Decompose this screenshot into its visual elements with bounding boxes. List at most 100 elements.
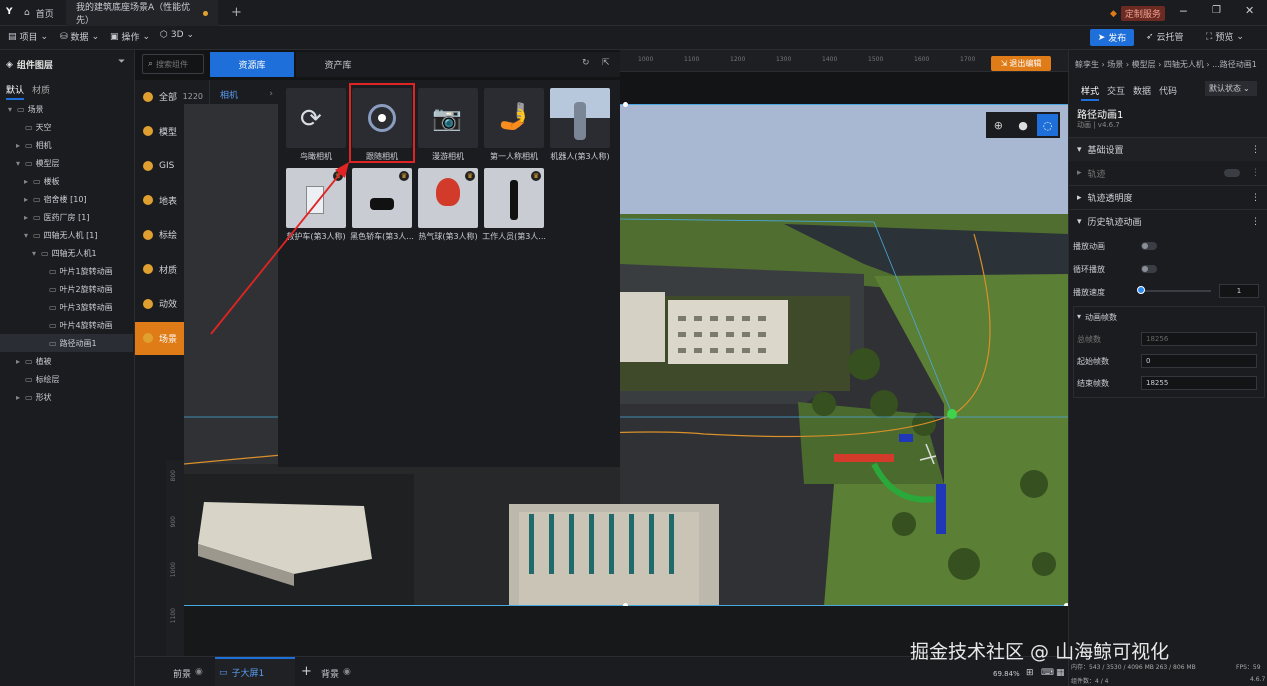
component-card[interactable]: ♛ (352, 168, 412, 228)
tree-item-label: 模型层 (35, 158, 60, 168)
tree-item[interactable]: ▾ ▭ 场景 (0, 100, 133, 118)
keyboard-icon[interactable]: ⌨ (1041, 668, 1054, 678)
search-input[interactable] (156, 59, 197, 69)
section-track-opacity[interactable]: ▸ 轨迹透明度 ⋮ (1069, 185, 1267, 209)
tree-item[interactable]: ▸ ▭ 植被 (0, 352, 133, 370)
exit-edit-button[interactable]: ⇲ 退出编辑 (991, 56, 1051, 71)
chevron-right-icon[interactable]: ▸ (16, 393, 25, 402)
component-card[interactable]: 📷 (418, 88, 478, 148)
chevron-right-icon[interactable]: ▸ (24, 213, 33, 222)
chevron-right-icon[interactable]: ▸ (24, 195, 33, 204)
foreground-tab[interactable]: 前景 ◉ (173, 667, 203, 680)
chevron-down-icon: ▾ (1077, 144, 1082, 155)
tree-item[interactable]: ▸ ▭ 医药厂房 [1] (0, 208, 133, 226)
section-basic[interactable]: ▾ 基础设置 ⋮ (1069, 137, 1267, 161)
tab-resource-library[interactable]: 资源库 (210, 52, 294, 77)
orbit-icon[interactable]: ◌ (1037, 114, 1059, 136)
tree-item[interactable]: ▭ 叶片1旋转动画 (0, 262, 133, 280)
start-frame-input[interactable]: 0 (1141, 354, 1257, 368)
tree-item[interactable]: ▭ 天空 (0, 118, 133, 136)
speed-slider-handle[interactable] (1137, 286, 1145, 294)
prop-tab-style[interactable]: 样式 (1081, 84, 1100, 101)
minimize-icon[interactable]: ─ (1180, 5, 1187, 18)
screen-tab[interactable]: ▭ 子大屏1 (215, 657, 295, 686)
loop-toggle[interactable] (1141, 265, 1157, 273)
component-card[interactable]: ⟳ (286, 88, 346, 148)
tree-item[interactable]: ▸ ▭ 宿舍楼 [10] (0, 190, 133, 208)
custom-service-button[interactable]: ◆ 定制服务 (1110, 6, 1165, 21)
play-toggle[interactable] (1141, 242, 1157, 250)
chevron-down-icon[interactable]: ▾ (32, 249, 41, 258)
operation-menu[interactable]: ▣ 操作 ⌄ (110, 30, 150, 44)
end-frame-input[interactable]: 18255 (1141, 376, 1257, 390)
speed-slider[interactable] (1141, 290, 1211, 292)
tab-scene[interactable]: 我的建筑底座场景A（性能优先） (66, 0, 218, 26)
chevron-right-icon[interactable]: ▸ (16, 141, 25, 150)
fit-screen-icon[interactable]: ⊞ (1026, 668, 1034, 678)
grid-icon[interactable]: ▦ (1056, 668, 1065, 678)
layer-tab-material[interactable]: 材质 (32, 83, 50, 96)
tree-item[interactable]: ▭ 叶片2旋转动画 (0, 280, 133, 298)
mode-menu[interactable]: ⬡ 3D ⌄ (160, 30, 194, 40)
frames-header[interactable]: ▾ 动画帧数 (1077, 312, 1117, 323)
sphere-icon[interactable]: ● (1013, 114, 1034, 136)
component-card[interactable] (550, 88, 610, 148)
background-tab[interactable]: 背景 ◉ (321, 667, 351, 680)
resize-handle[interactable] (623, 102, 628, 107)
tab-asset-library[interactable]: 资产库 (296, 52, 380, 77)
tree-item[interactable]: ▭ 路径动画1 (0, 334, 133, 352)
filter-icon[interactable]: ⏷ (118, 57, 125, 67)
ruler-tick-label: 1100 (684, 56, 700, 63)
popout-icon[interactable]: ⇱ (602, 58, 610, 68)
tree-item[interactable]: ▭ 叶片3旋转动画 (0, 298, 133, 316)
more-icon[interactable]: ⋮ (1251, 168, 1260, 178)
section-track[interactable]: ▸ 轨迹 ⋮ (1069, 161, 1267, 185)
track-toggle[interactable] (1224, 169, 1240, 177)
project-menu[interactable]: ▤ 项目 ⌄ (8, 30, 48, 44)
close-icon[interactable]: ✕ (1245, 4, 1254, 17)
chevron-right-icon[interactable]: ▸ (16, 357, 25, 366)
layer-tree: ▾ ▭ 场景 ▭ 天空 ▸ ▭ 相机 ▾ ▭ 模型层 ▸ ▭ 楼板 ▸ ▭ 宿舍楼 [10] ▸ ▭ 医药厂房 [1]… (0, 100, 135, 420)
preview-button[interactable]: ⛶ 预览 ⌄ (1206, 30, 1244, 44)
chevron-down-icon[interactable]: ▾ (8, 105, 17, 114)
chevron-down-icon[interactable]: ▾ (24, 231, 33, 240)
publish-button[interactable]: ➤ 发布 (1090, 29, 1134, 46)
tree-item[interactable]: ▸ ▭ 形状 (0, 388, 133, 406)
section-history[interactable]: ▾ 历史轨迹动画 ⋮ (1069, 209, 1267, 233)
chevron-down-icon[interactable]: ▾ (16, 159, 25, 168)
tree-item[interactable]: ▸ ▭ 相机 (0, 136, 133, 154)
chevron-right-icon[interactable]: ▸ (24, 177, 33, 186)
refresh-icon[interactable]: ↻ (582, 58, 590, 68)
add-screen-button[interactable]: + (301, 664, 312, 679)
tree-item[interactable]: ▸ ▭ 楼板 (0, 172, 133, 190)
crosshair-icon[interactable]: ⊕ (988, 114, 1009, 136)
ruler-tick-label: 1700 (960, 56, 976, 63)
prop-tab-data[interactable]: 数据 (1133, 84, 1151, 97)
data-menu[interactable]: ⛁ 数据 ⌄ (60, 30, 99, 44)
new-tab-button[interactable]: + (231, 5, 242, 20)
tree-item[interactable]: ▾ ▭ 四轴无人机 [1] (0, 226, 133, 244)
cloud-button[interactable]: ➶ 云托管 (1146, 30, 1184, 44)
tree-item[interactable]: ▭ 叶片4旋转动画 (0, 316, 133, 334)
more-icon[interactable]: ⋮ (1251, 193, 1260, 203)
more-icon[interactable]: ⋮ (1251, 145, 1260, 155)
component-card[interactable]: 🤳 (484, 88, 544, 148)
tree-item[interactable]: ▾ ▭ 四轴无人机1 (0, 244, 133, 262)
zoom-level[interactable]: 69.84% (993, 670, 1020, 678)
component-card[interactable]: ♛ (418, 168, 478, 228)
maximize-icon[interactable]: ❐ (1212, 5, 1221, 16)
speed-input[interactable]: 1 (1219, 284, 1259, 298)
tree-item[interactable]: ▭ 标绘层 (0, 370, 133, 388)
tree-item-label: 植被 (35, 356, 52, 366)
prop-tab-code[interactable]: 代码 (1159, 84, 1177, 97)
tree-item[interactable]: ▾ ▭ 模型层 (0, 154, 133, 172)
more-icon[interactable]: ⋮ (1251, 217, 1260, 227)
component-search[interactable]: ⌕ (142, 54, 204, 74)
prop-tab-interaction[interactable]: 交互 (1107, 84, 1125, 97)
chevron-down-icon: ⌄ (1236, 31, 1244, 42)
state-select[interactable]: 默认状态 ⌄ (1205, 81, 1257, 96)
tab-home[interactable]: ⌂ 首页 (14, 0, 64, 26)
subcategory-camera[interactable]: 相机 › (210, 83, 279, 105)
component-card[interactable]: ♛ (484, 168, 544, 228)
layer-tab-default[interactable]: 默认 (6, 83, 25, 100)
